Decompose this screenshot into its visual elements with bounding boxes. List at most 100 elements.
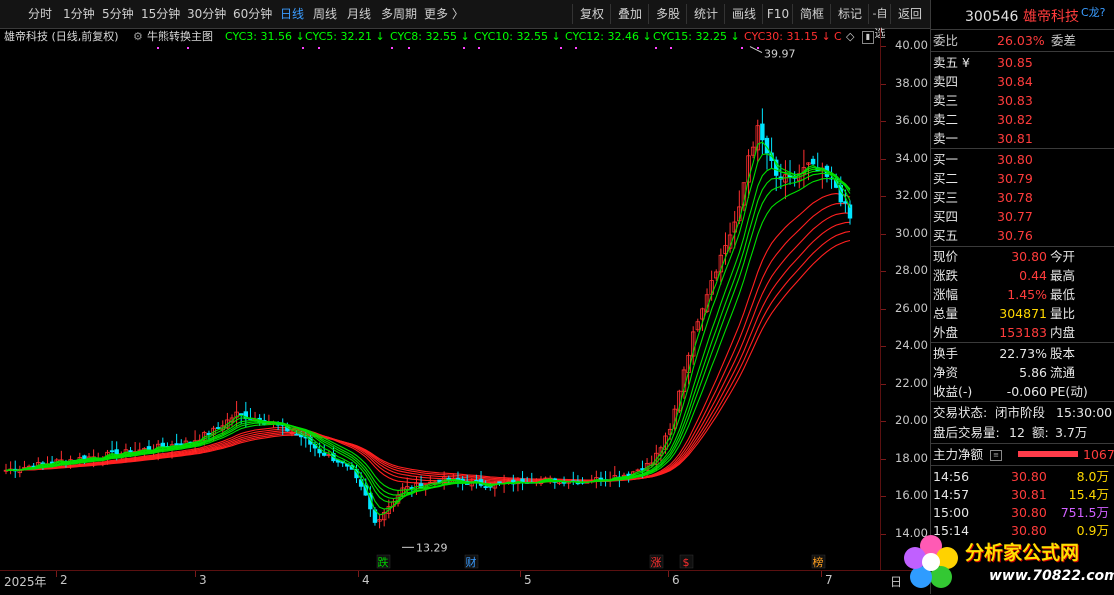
stat-row: 收益(-) -0.060 PE(动) — [931, 382, 1114, 401]
draw-line-button[interactable]: 画线 — [724, 4, 763, 24]
price-tick-mark — [881, 271, 886, 273]
quote-value: 153183 — [999, 325, 1047, 340]
tick-time: 14:56 — [933, 469, 970, 484]
weicha-label: 委差 — [1051, 33, 1077, 48]
price-tick: 30.00 — [895, 225, 928, 240]
quote-panel: 300546 雄帝科技 C龙? 委比 26.03% 委差 卖五 ¥ 30.85 卖四… — [904, 0, 1114, 594]
bid-row: 买五 30.76 — [931, 226, 1114, 245]
period-tab-fenshi[interactable]: 分时 — [28, 6, 52, 22]
indicator-gear-icon[interactable]: ⚙ — [133, 28, 143, 46]
kline-chart[interactable]: 39.97 13.29 跌 财 涨 $ 榜 — [0, 46, 880, 570]
date-tick: 6 — [672, 573, 680, 587]
watchlist-remove-button[interactable]: -自选 — [868, 4, 891, 40]
watermark-logo: 分析家公式网 www.70822.com — [901, 530, 1114, 594]
event-marker: 跌 — [378, 555, 389, 569]
period-tab-15min[interactable]: 15分钟 — [141, 6, 180, 22]
stat-label: 换手 — [933, 346, 959, 361]
legend-dot — [560, 47, 562, 49]
candle-body — [239, 413, 244, 416]
period-tab-60min[interactable]: 60分钟 — [233, 6, 272, 22]
ask-label: 卖一 — [933, 131, 959, 146]
quote-row: 现价 30.80 今开 — [931, 247, 1114, 266]
bid-label: 买三 — [933, 190, 959, 205]
quote-label-right: 内盘 — [1050, 325, 1076, 340]
legend-dot — [408, 47, 410, 49]
period-tab-monthly[interactable]: 月线 — [347, 6, 371, 22]
main-flow-bar — [1018, 451, 1078, 457]
statistics-button[interactable]: 统计 — [686, 4, 725, 24]
quote-label-right: 量比 — [1050, 306, 1076, 321]
date-tick-mark — [668, 571, 669, 577]
dragon-badge[interactable]: C龙? — [1081, 2, 1106, 24]
period-tab-weekly[interactable]: 周线 — [313, 6, 337, 22]
ma-green-line — [5, 172, 851, 496]
ask-price: 30.81 — [997, 131, 1033, 146]
price-tick: 34.00 — [895, 150, 928, 165]
quote-label-right: 最低 — [1050, 287, 1076, 302]
period-tab-1min[interactable]: 1分钟 — [63, 6, 95, 22]
bid-price: 30.79 — [997, 171, 1033, 186]
trade-status: 闭市阶段 — [995, 405, 1046, 420]
watermark-name: 分析家公式网 — [965, 542, 1080, 564]
ask-label: 卖三 — [933, 93, 959, 108]
high-annotation-arrow — [749, 46, 763, 54]
cyc-value-5: CYC15: 32.25 ↓ — [653, 30, 740, 43]
simple-frame-button[interactable]: 简框 — [792, 4, 831, 24]
legend-dot — [302, 47, 304, 49]
ask-price: 30.82 — [997, 112, 1033, 127]
period-tab-daily[interactable]: 日线 — [280, 6, 304, 22]
price-tick-mark — [881, 534, 886, 535]
main-flow-label: 主力净额 — [933, 447, 984, 462]
date-tick-mark — [358, 571, 359, 577]
price-tick-mark — [881, 233, 886, 235]
date-tick: 5 — [524, 573, 532, 587]
stat-value: 5.86 — [1019, 365, 1047, 380]
candle-body — [497, 481, 502, 484]
tick-volume: 751.5万 — [1060, 505, 1109, 520]
bid-row: 买三 30.78 — [931, 188, 1114, 207]
bid-label: 买五 — [933, 228, 959, 243]
ask-price: 30.83 — [997, 93, 1033, 108]
price-tick-mark — [881, 46, 886, 47]
period-tab-more[interactable]: 更多 〉 — [424, 6, 464, 22]
price-tick-mark — [881, 196, 886, 198]
back-button[interactable]: 返回 — [890, 4, 929, 24]
price-tick: 16.00 — [895, 488, 928, 503]
indicator-name[interactable]: 牛熊转换主图 — [147, 28, 213, 46]
date-axis: 2025年 2 3 4 5 6 7 日 — [0, 570, 930, 595]
stat-label-right: PE(动) — [1050, 384, 1088, 399]
quote-value: 1.45% — [1007, 287, 1047, 302]
price-tick-mark — [881, 83, 886, 85]
multi-stock-button[interactable]: 多股 — [648, 4, 687, 24]
period-tab-5min[interactable]: 5分钟 — [102, 6, 134, 22]
indicator-legend: 雄帝科技 (日线,前复权) ⚙ 牛熊转换主图 CYC3: 31.56 ↓ CYC5… — [0, 28, 880, 46]
overlay-button[interactable]: 叠加 — [610, 4, 649, 24]
trade-time: 15:30:00 — [1056, 405, 1113, 420]
price-tick: 32.00 — [895, 188, 928, 203]
price-tick-mark — [881, 158, 886, 160]
candle-body — [483, 486, 488, 489]
stock-code: 300546 — [965, 9, 1019, 25]
legend-dot — [575, 47, 577, 49]
bid-price: 30.76 — [997, 228, 1033, 243]
quote-label: 总量 — [933, 306, 959, 321]
tick-price: 30.80 — [1011, 505, 1047, 520]
f10-button[interactable]: F10 — [762, 4, 793, 24]
bid-row: 买二 30.79 — [931, 169, 1114, 188]
price-tick: 38.00 — [895, 75, 928, 90]
period-tab-30min[interactable]: 30分钟 — [187, 6, 226, 22]
legend-collapse-icon[interactable]: ▮ — [862, 31, 874, 44]
candle-body — [760, 123, 765, 141]
period-tab-multi[interactable]: 多周期 — [381, 6, 417, 22]
price-tick: 26.00 — [895, 300, 928, 315]
legend-dot — [157, 47, 159, 49]
candle-body — [810, 158, 816, 165]
main-flow-detail-icon[interactable]: ≡ — [990, 450, 1002, 461]
price-tick: 28.00 — [895, 263, 928, 278]
ask-row: 卖五 ¥ 30.85 — [931, 53, 1114, 72]
legend-dot — [655, 47, 657, 49]
fuquan-button[interactable]: 复权 — [572, 4, 611, 24]
legend-diamond-icon[interactable]: ◇ — [846, 28, 854, 46]
bid-price: 30.80 — [997, 152, 1033, 167]
mark-button[interactable]: 标记 — [830, 4, 869, 24]
